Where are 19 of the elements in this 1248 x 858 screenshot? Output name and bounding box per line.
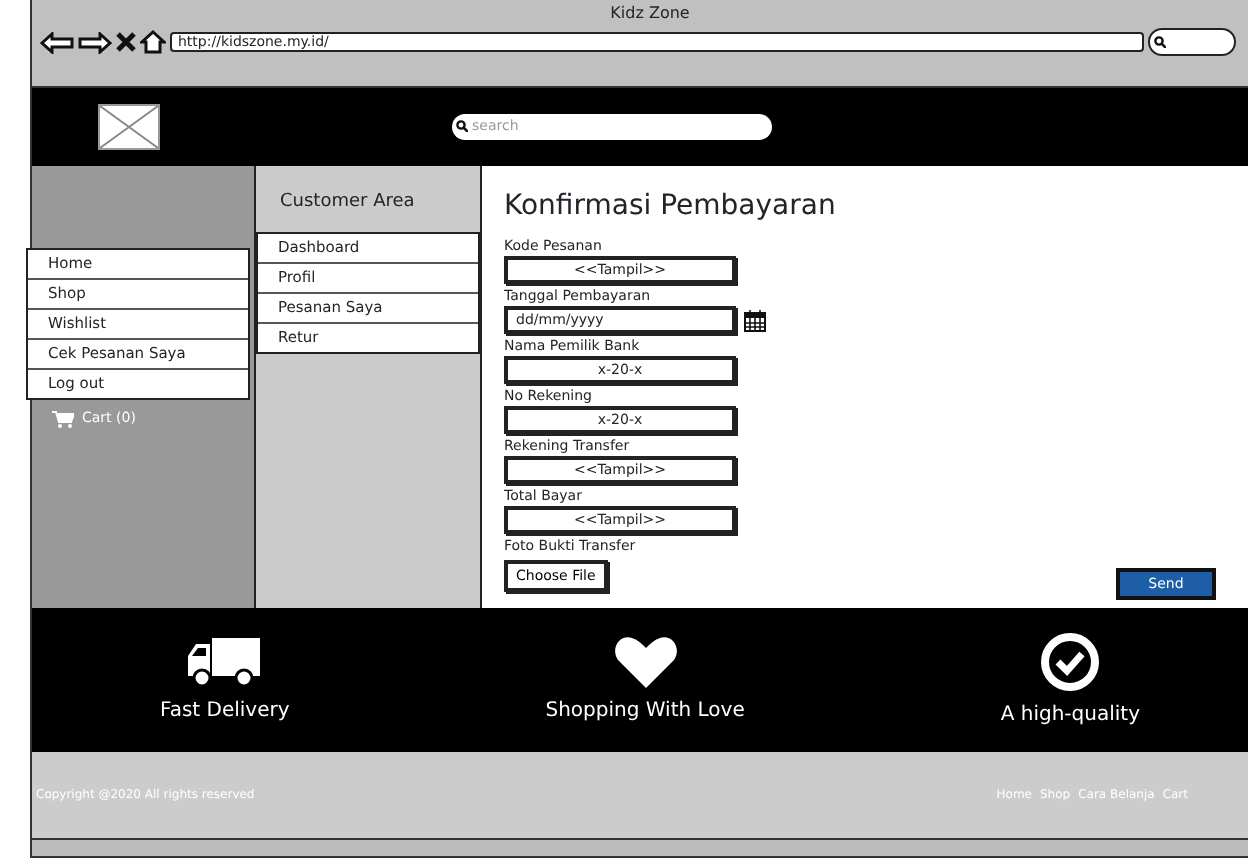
search-icon xyxy=(456,120,468,133)
forward-icon[interactable] xyxy=(78,31,112,53)
heart-icon xyxy=(613,635,678,688)
calendar-icon[interactable] xyxy=(744,310,766,333)
feature-label: Shopping With Love xyxy=(545,697,745,726)
cart-icon[interactable] xyxy=(52,409,74,428)
page-title: Konfirmasi Pembayaran xyxy=(504,187,838,226)
search-icon xyxy=(1154,36,1166,48)
back-icon[interactable] xyxy=(40,31,74,53)
check-circle-icon xyxy=(1040,631,1101,692)
truck-icon xyxy=(186,635,263,688)
image-placeholder xyxy=(98,103,160,150)
feature-label: Fast Delivery xyxy=(159,697,290,726)
panel-title: Customer Area xyxy=(278,189,417,216)
search-button[interactable] xyxy=(1148,28,1236,56)
feature-label: A high-quality xyxy=(1000,701,1140,730)
home-icon[interactable] xyxy=(140,30,166,54)
close-icon[interactable] xyxy=(116,32,136,52)
window-title: Kidz Zone xyxy=(608,2,692,26)
